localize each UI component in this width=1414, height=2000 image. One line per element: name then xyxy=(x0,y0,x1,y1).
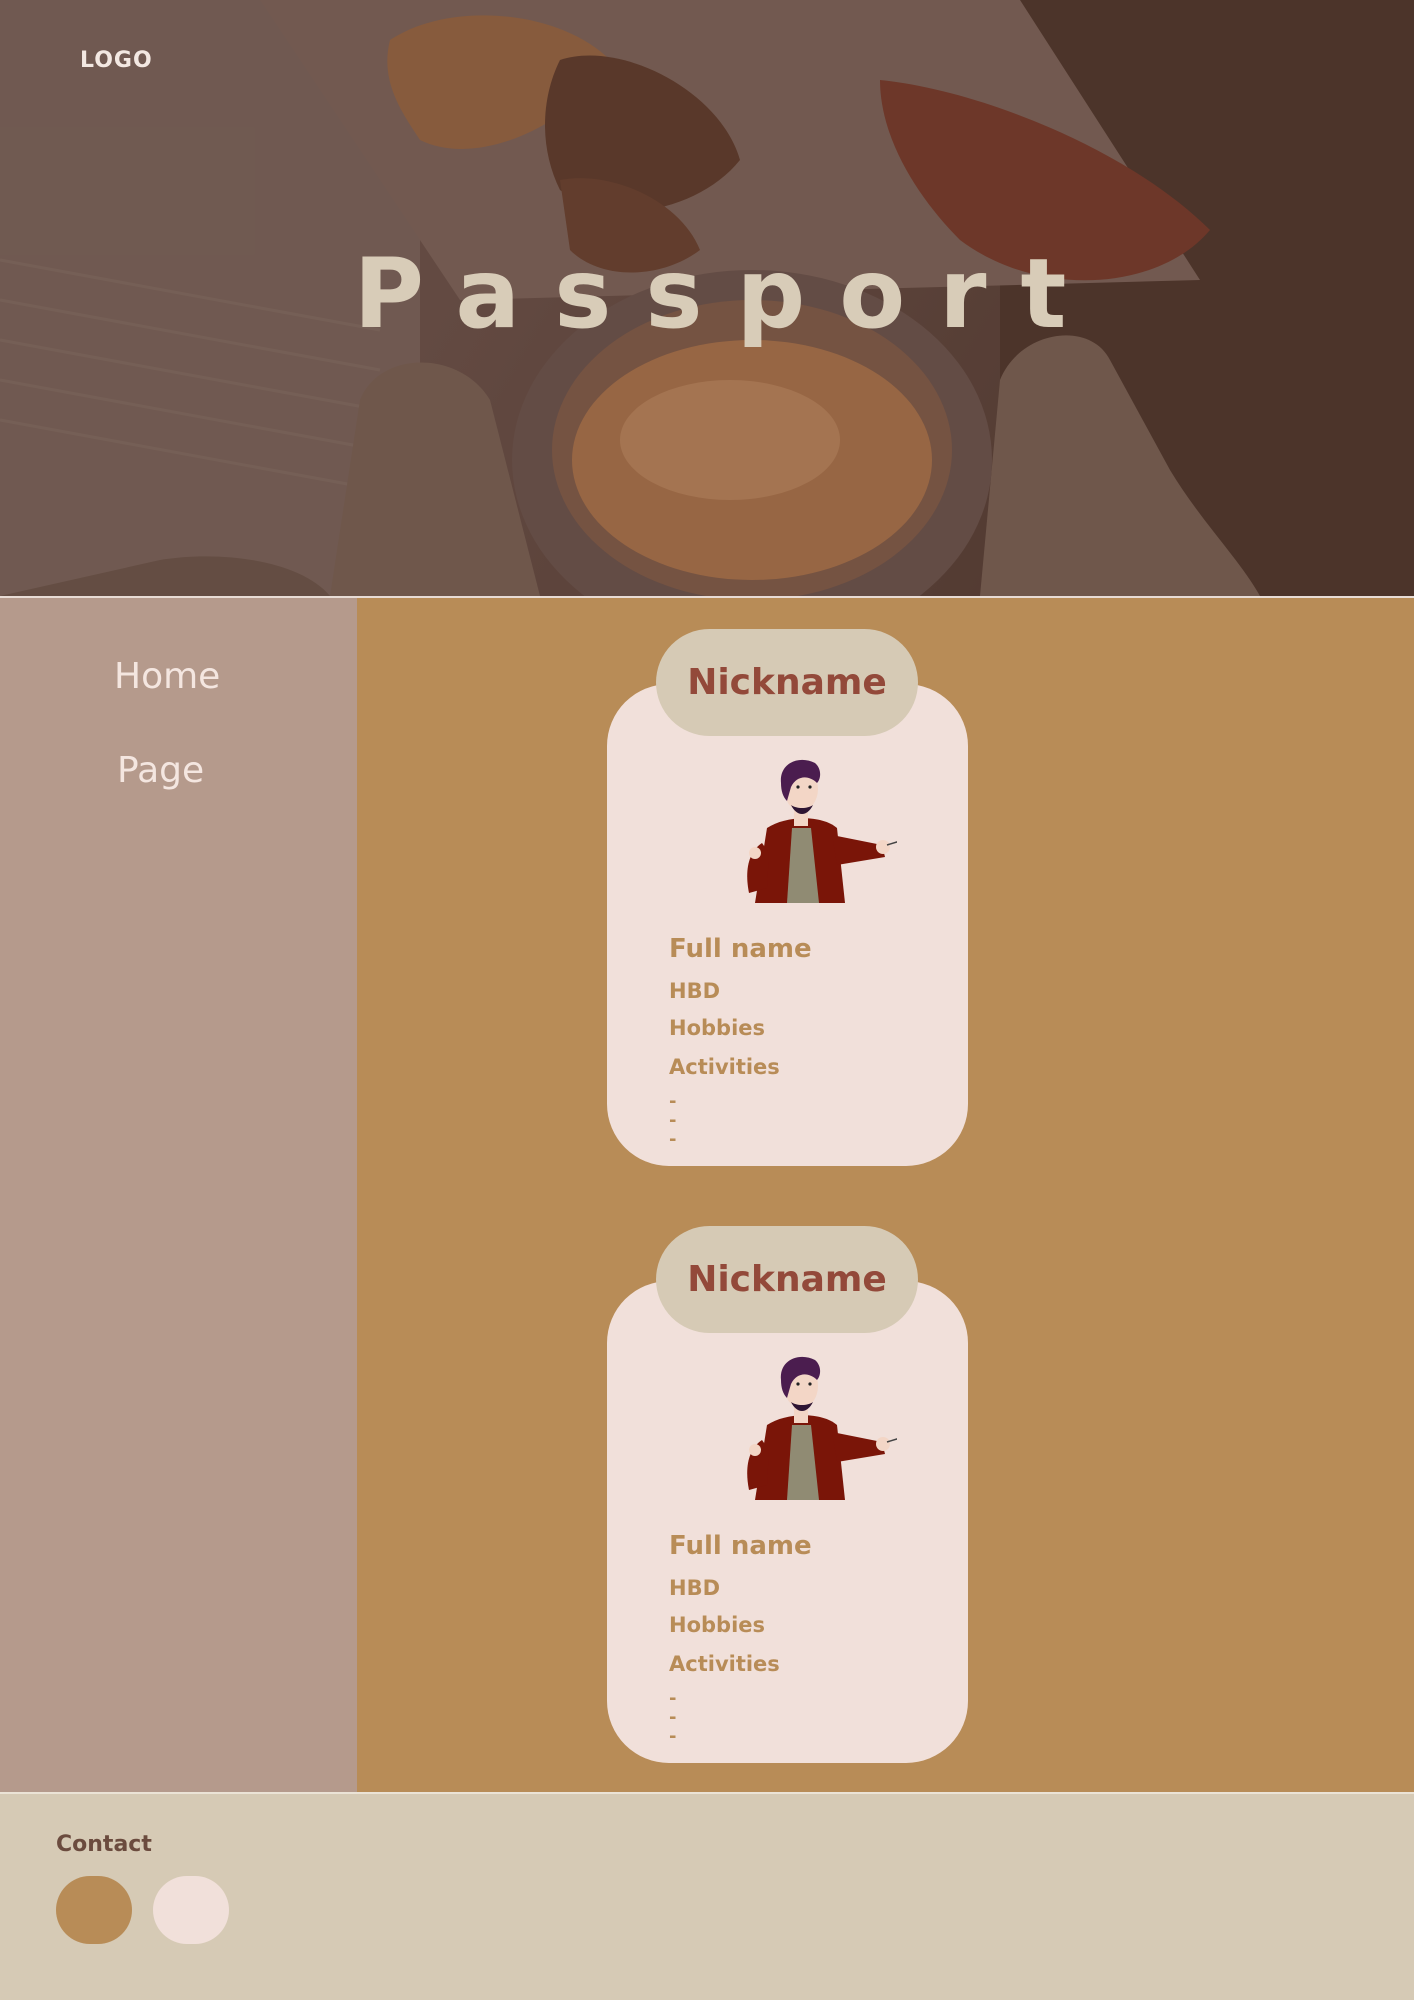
full-name-label: Full name xyxy=(669,1531,812,1561)
hbd-label: HBD xyxy=(669,1576,721,1600)
activity-item: - xyxy=(669,1091,677,1112)
activity-item: - xyxy=(669,1707,677,1728)
contact-button-1[interactable] xyxy=(56,1876,132,1944)
contact-button-2[interactable] xyxy=(153,1876,229,1944)
sidebar-item-page[interactable]: Page xyxy=(117,750,204,791)
activity-item: - xyxy=(669,1110,677,1131)
contact-label: Contact xyxy=(56,1832,152,1857)
man-pointing-illustration-icon xyxy=(747,1356,897,1500)
hobbies-label: Hobbies xyxy=(669,1016,766,1040)
footer: Contact xyxy=(0,1794,1414,2000)
man-pointing-illustration-icon xyxy=(747,759,897,903)
sidebar: Home Page xyxy=(0,598,357,1792)
activity-item: - xyxy=(669,1726,677,1747)
hero-banner: LOGO Passport xyxy=(0,0,1414,596)
activities-label: Activities xyxy=(669,1055,780,1079)
nickname-pill: Nickname xyxy=(656,629,918,736)
page-title: Passport xyxy=(353,238,1101,350)
activities-label: Activities xyxy=(669,1652,780,1676)
activity-item: - xyxy=(669,1688,677,1709)
hobbies-label: Hobbies xyxy=(669,1613,766,1637)
full-name-label: Full name xyxy=(669,934,812,964)
logo[interactable]: LOGO xyxy=(80,48,153,73)
activity-item: - xyxy=(669,1129,677,1150)
main-content: Nickname Full name HBD Hobbies Activitie… xyxy=(357,598,1414,1792)
hbd-label: HBD xyxy=(669,979,721,1003)
nickname-pill: Nickname xyxy=(656,1226,918,1333)
sidebar-item-home[interactable]: Home xyxy=(114,656,220,697)
